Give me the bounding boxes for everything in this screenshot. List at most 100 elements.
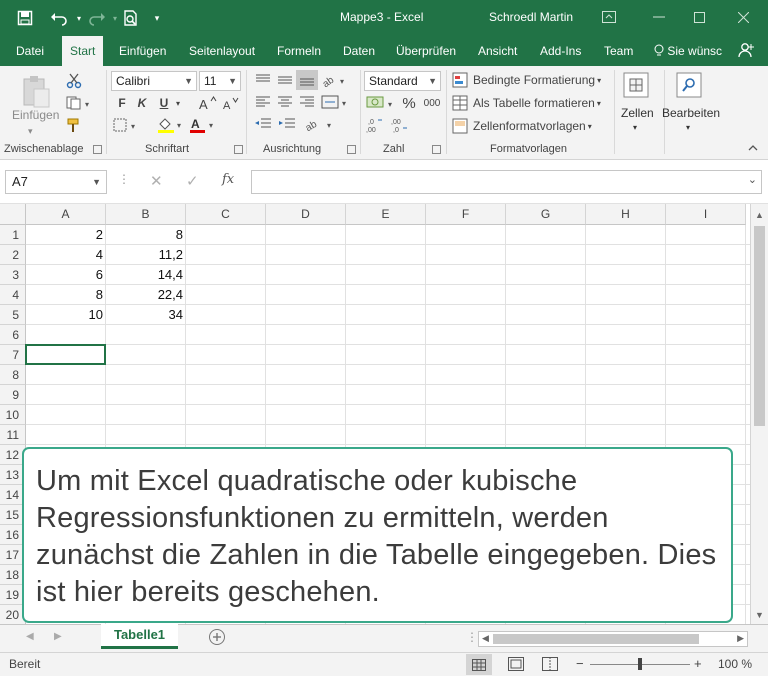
paste-icon[interactable] bbox=[18, 72, 54, 112]
scroll-right-icon[interactable]: ▶ bbox=[737, 633, 744, 644]
borders-icon[interactable]: ▾ bbox=[112, 116, 140, 134]
sheet-tab-tabelle1[interactable]: Tabelle1 bbox=[101, 624, 178, 649]
horizontal-scrollbar[interactable]: ◀ ▶ bbox=[478, 631, 748, 647]
shrink-font-icon[interactable]: A bbox=[222, 94, 242, 112]
cell-b5[interactable]: 34 bbox=[106, 305, 186, 325]
font-color-icon[interactable]: A ▾ bbox=[188, 116, 218, 134]
page-break-view-icon[interactable] bbox=[542, 657, 558, 674]
cell-b1[interactable]: 8 bbox=[106, 225, 186, 245]
font-launcher-icon[interactable] bbox=[234, 145, 243, 154]
clipboard-launcher-icon[interactable] bbox=[93, 145, 102, 154]
formula-bar-resize-handle[interactable]: ⋮ bbox=[118, 172, 130, 186]
zoom-out-button[interactable]: − bbox=[576, 656, 584, 671]
column-header-c[interactable]: C bbox=[186, 204, 266, 225]
align-bottom-icon[interactable] bbox=[296, 70, 318, 90]
expand-formula-bar-icon[interactable]: ⌄ bbox=[748, 173, 757, 186]
cell-styles-button[interactable]: Zellenformatvorlagen ▾ bbox=[452, 116, 612, 136]
paste-dropdown-icon[interactable]: ▾ bbox=[28, 126, 33, 137]
alignment-launcher-icon[interactable] bbox=[347, 145, 356, 154]
cells-button-label[interactable]: Zellen bbox=[621, 106, 654, 120]
tab-einfuegen[interactable]: Einfügen bbox=[111, 36, 174, 66]
row-header-10[interactable]: 10 bbox=[0, 405, 26, 425]
cancel-icon[interactable]: ✕ bbox=[150, 172, 163, 190]
font-name-combo[interactable]: Calibri ▼ bbox=[111, 71, 197, 91]
tab-formeln[interactable]: Formeln bbox=[269, 36, 329, 66]
orientation-icon[interactable]: ab ▾ bbox=[322, 72, 348, 88]
cell-a1[interactable]: 2 bbox=[26, 225, 106, 245]
scroll-down-icon[interactable]: ▼ bbox=[755, 610, 764, 620]
underline-button[interactable]: U bbox=[156, 94, 172, 112]
row-header-6[interactable]: 6 bbox=[0, 325, 26, 345]
vertical-scroll-thumb[interactable] bbox=[754, 226, 765, 426]
tab-daten[interactable]: Daten bbox=[335, 36, 383, 66]
page-layout-view-icon[interactable] bbox=[508, 657, 524, 674]
tab-ansicht[interactable]: Ansicht bbox=[470, 36, 525, 66]
save-icon[interactable] bbox=[14, 8, 36, 28]
decrease-decimal-icon[interactable]: ,00,0 bbox=[390, 116, 412, 134]
cell-a4[interactable]: 8 bbox=[26, 285, 106, 305]
zoom-level[interactable]: 100 % bbox=[718, 657, 752, 671]
new-sheet-icon[interactable] bbox=[208, 628, 226, 651]
bold-button[interactable]: F bbox=[114, 94, 130, 112]
zoom-in-button[interactable]: + bbox=[694, 656, 702, 671]
thousands-separator-button[interactable]: 000 bbox=[420, 94, 444, 112]
row-header-7[interactable]: 7 bbox=[0, 345, 26, 365]
column-header-d[interactable]: D bbox=[266, 204, 346, 225]
tab-seitenlayout[interactable]: Seitenlayout bbox=[181, 36, 263, 66]
paste-button-label[interactable]: Einfügen bbox=[12, 108, 59, 122]
row-header-9[interactable]: 9 bbox=[0, 385, 26, 405]
row-header-5[interactable]: 5 bbox=[0, 305, 26, 325]
align-left-icon[interactable] bbox=[254, 94, 272, 110]
print-preview-icon[interactable] bbox=[120, 8, 142, 28]
active-cell-a7[interactable] bbox=[25, 344, 106, 365]
italic-button[interactable]: K bbox=[134, 94, 150, 112]
fill-color-icon[interactable]: ▾ bbox=[156, 116, 186, 134]
row-header-4[interactable]: 4 bbox=[0, 285, 26, 305]
share-icon[interactable] bbox=[730, 36, 762, 66]
insert-function-button[interactable]: fx bbox=[222, 172, 234, 187]
chevron-down-icon[interactable]: ▾ bbox=[686, 123, 690, 132]
vertical-scrollbar[interactable]: ▲ ▼ bbox=[750, 204, 768, 624]
collapse-ribbon-icon[interactable] bbox=[746, 142, 760, 154]
tab-team[interactable]: Team bbox=[596, 36, 641, 66]
row-header-11[interactable]: 11 bbox=[0, 425, 26, 445]
align-right-icon[interactable] bbox=[298, 94, 316, 110]
column-header-b[interactable]: B bbox=[106, 204, 186, 225]
undo-icon[interactable] bbox=[48, 8, 70, 28]
editing-button-label[interactable]: Bearbeiten bbox=[662, 106, 720, 120]
enter-icon[interactable]: ✓ bbox=[186, 172, 199, 190]
align-middle-icon[interactable] bbox=[276, 72, 294, 88]
accounting-format-icon[interactable]: ▾ bbox=[365, 94, 397, 112]
ribbon-display-options-icon[interactable] bbox=[596, 6, 622, 28]
copy-icon[interactable]: ▾ bbox=[64, 94, 94, 112]
cut-icon[interactable] bbox=[64, 72, 84, 90]
chevron-down-icon[interactable]: ▼ bbox=[92, 171, 101, 193]
row-header-8[interactable]: 8 bbox=[0, 365, 26, 385]
user-name[interactable]: Schroedl Martin bbox=[489, 10, 573, 24]
wrap-text-icon[interactable]: ab ▾ bbox=[304, 116, 336, 132]
format-painter-icon[interactable] bbox=[64, 116, 84, 134]
sheet-prev-icon[interactable]: ◀ bbox=[26, 631, 34, 642]
percent-button[interactable]: % bbox=[400, 94, 418, 112]
cells-icon[interactable] bbox=[621, 70, 651, 100]
zoom-slider-thumb[interactable] bbox=[638, 658, 642, 670]
font-size-combo[interactable]: 11 ▼ bbox=[199, 71, 241, 91]
maximize-icon[interactable] bbox=[686, 6, 712, 28]
tab-add-ins[interactable]: Add-Ins bbox=[532, 36, 589, 66]
column-header-f[interactable]: F bbox=[426, 204, 506, 225]
cell-a3[interactable]: 6 bbox=[26, 265, 106, 285]
row-header-1[interactable]: 1 bbox=[0, 225, 26, 245]
formula-input[interactable]: ⌄ bbox=[251, 170, 762, 194]
scroll-up-icon[interactable]: ▲ bbox=[755, 210, 764, 220]
format-as-table-button[interactable]: Als Tabelle formatieren ▾ bbox=[452, 93, 612, 113]
align-top-icon[interactable] bbox=[254, 72, 272, 88]
tab-split-handle[interactable]: ⋮ bbox=[466, 630, 478, 644]
customize-qat-icon[interactable]: ▾ bbox=[146, 8, 168, 28]
cell-b4[interactable]: 22,4 bbox=[106, 285, 186, 305]
decrease-indent-icon[interactable] bbox=[254, 116, 272, 132]
row-header-3[interactable]: 3 bbox=[0, 265, 26, 285]
scroll-left-icon[interactable]: ◀ bbox=[482, 633, 489, 644]
horizontal-scroll-thumb[interactable] bbox=[493, 634, 699, 644]
minimize-icon[interactable] bbox=[646, 6, 672, 28]
number-format-combo[interactable]: Standard ▼ bbox=[364, 71, 441, 91]
